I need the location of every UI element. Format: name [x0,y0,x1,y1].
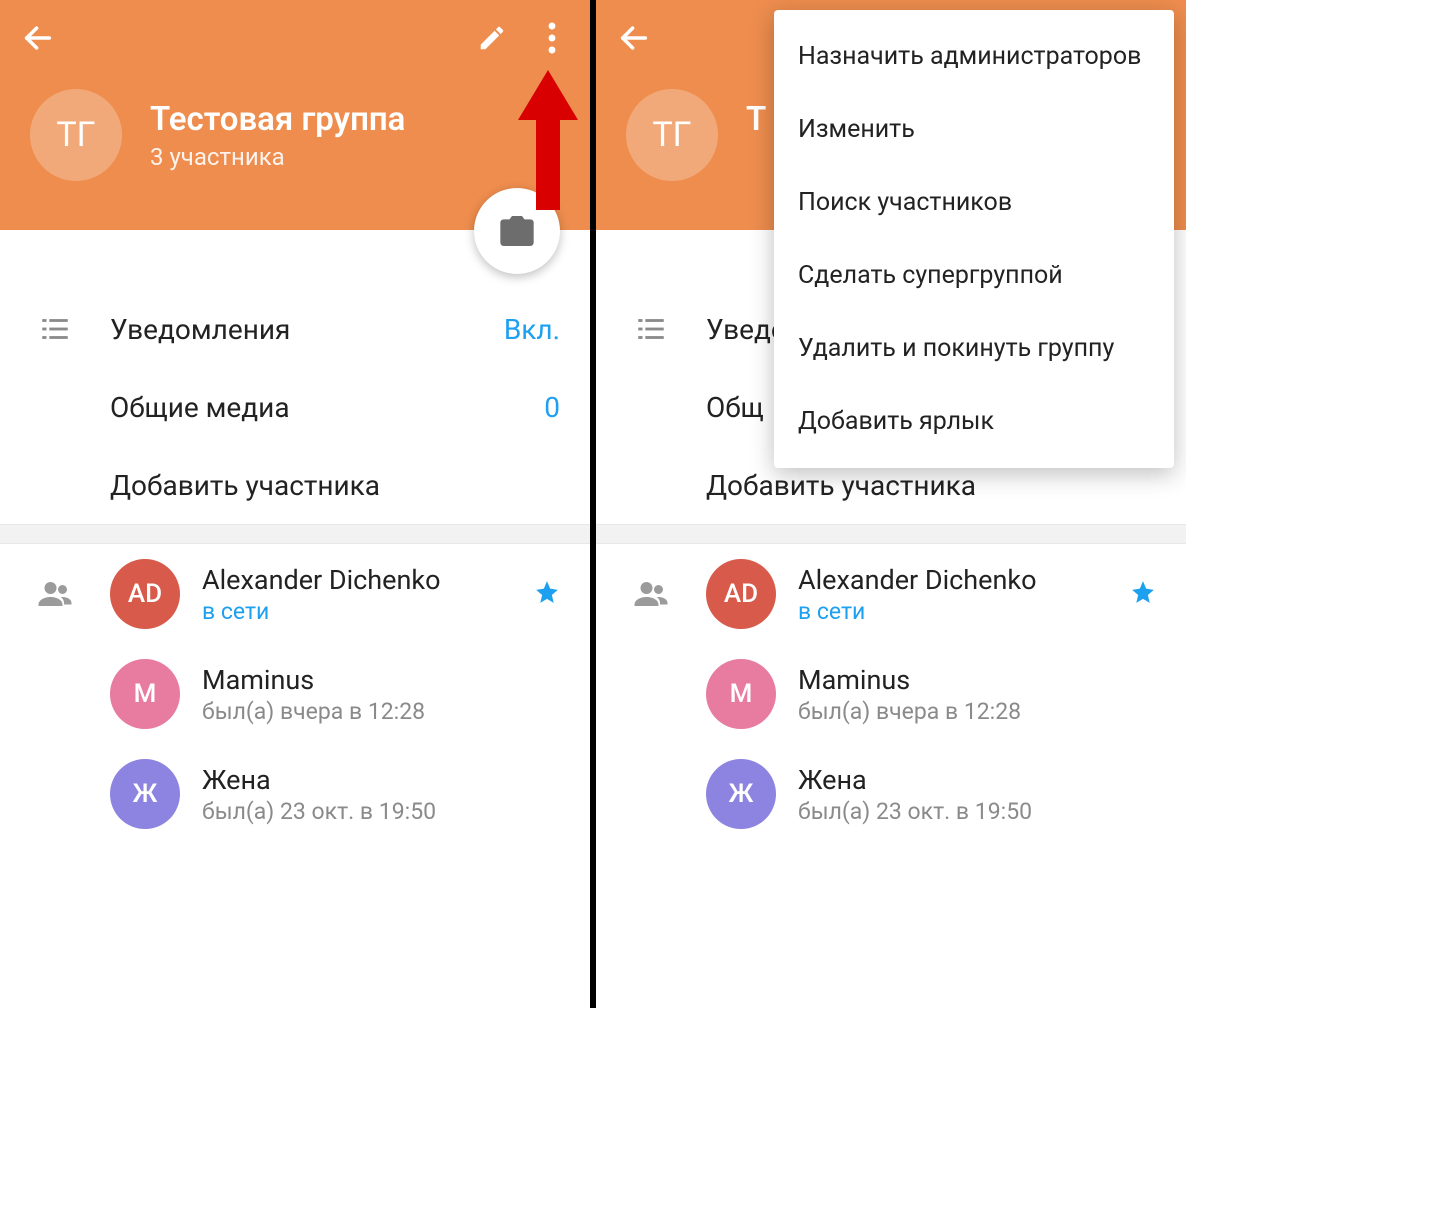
member-initials: M [730,679,753,709]
member-row[interactable]: AD Alexander Dichenko в сети [596,544,1186,644]
camera-icon [497,211,537,251]
member-row[interactable]: M Maminus был(а) вчера в 12:28 [596,644,1186,744]
member-avatar: AD [110,559,180,629]
member-name: Maminus [202,664,560,696]
group-avatar-initials: ТГ [652,115,691,155]
member-name: Жена [202,764,560,796]
member-avatar: AD [706,559,776,629]
members-section: AD Alexander Dichenko в сети M Maminus б… [0,544,590,844]
people-icon [633,576,669,612]
group-avatar[interactable]: ТГ [626,89,718,181]
menu-item-supergroup[interactable]: Сделать супергруппой [774,239,1174,312]
member-status: был(а) 23 окт. в 19:50 [798,798,1156,825]
member-name: Maminus [798,664,1156,696]
camera-fab[interactable] [474,188,560,274]
member-status: в сети [202,598,534,625]
people-icon [37,576,73,612]
edit-button[interactable] [462,8,522,68]
notifications-label: Уведомления [110,313,504,346]
member-initials: AD [128,579,162,609]
list-icon [634,312,668,346]
member-name: Жена [798,764,1156,796]
group-info: ТГ Тестовая группа 3 участника [0,89,590,181]
member-avatar: M [110,659,180,729]
notifications-value: Вкл. [504,313,560,346]
star-icon [534,579,560,605]
admin-star [1130,579,1156,609]
member-row[interactable]: AD Alexander Dichenko в сети [0,544,590,644]
settings-section: Уведомления Вкл. Общие медиа 0 Добавить … [0,290,590,524]
admin-star [534,579,560,609]
shared-media-value: 0 [544,391,560,424]
star-icon [1130,579,1156,605]
section-gap [596,524,1186,544]
arrow-left-icon [21,21,55,55]
member-row[interactable]: M Maminus был(а) вчера в 12:28 [0,644,590,744]
group-avatar[interactable]: ТГ [30,89,122,181]
member-row[interactable]: Ж Жена был(а) 23 окт. в 19:50 [596,744,1186,844]
member-status: был(а) вчера в 12:28 [202,698,560,725]
member-status: в сети [798,598,1130,625]
arrow-left-icon [617,21,651,55]
member-name: Alexander Dichenko [798,564,1130,596]
member-avatar: Ж [706,759,776,829]
member-initials: Ж [729,779,754,809]
menu-item-search-members[interactable]: Поиск участников [774,166,1174,239]
pencil-icon [477,23,507,53]
member-status: был(а) вчера в 12:28 [798,698,1156,725]
add-member-label: Добавить участника [110,469,560,502]
notifications-row[interactable]: Уведомления Вкл. [0,290,590,368]
pane-right: ТГ Т 3 участника Уведомления Общ [596,0,1186,1008]
back-button[interactable] [604,8,664,68]
shared-media-label: Общие медиа [110,391,544,424]
back-button[interactable] [8,8,68,68]
members-section: AD Alexander Dichenko в сети M Maminus б… [596,544,1186,844]
menu-item-admins[interactable]: Назначить администраторов [774,20,1174,93]
member-initials: AD [724,579,758,609]
more-vert-icon [548,21,556,55]
group-title: Тестовая группа [150,100,405,139]
member-initials: Ж [133,779,158,809]
member-avatar: M [706,659,776,729]
section-gap [0,524,590,544]
member-avatar: Ж [110,759,180,829]
menu-item-add-shortcut[interactable]: Добавить ярлык [774,385,1174,458]
add-member-label: Добавить участника [706,469,1156,502]
menu-item-delete-leave[interactable]: Удалить и покинуть группу [774,312,1174,385]
toolbar [0,0,590,75]
member-status: был(а) 23 окт. в 19:50 [202,798,560,825]
member-row[interactable]: Ж Жена был(а) 23 окт. в 19:50 [0,744,590,844]
member-initials: M [134,679,157,709]
member-name: Alexander Dichenko [202,564,534,596]
group-subtitle: 3 участника [150,143,405,171]
pane-left: ТГ Тестовая группа 3 участника Уведомлен… [0,0,590,1008]
shared-media-row[interactable]: Общие медиа 0 [0,368,590,446]
add-member-row[interactable]: Добавить участника [0,446,590,524]
menu-item-edit[interactable]: Изменить [774,93,1174,166]
overflow-menu: Назначить администраторов Изменить Поиск… [774,10,1174,468]
group-avatar-initials: ТГ [56,115,95,155]
list-icon [38,312,72,346]
more-button[interactable] [522,8,582,68]
